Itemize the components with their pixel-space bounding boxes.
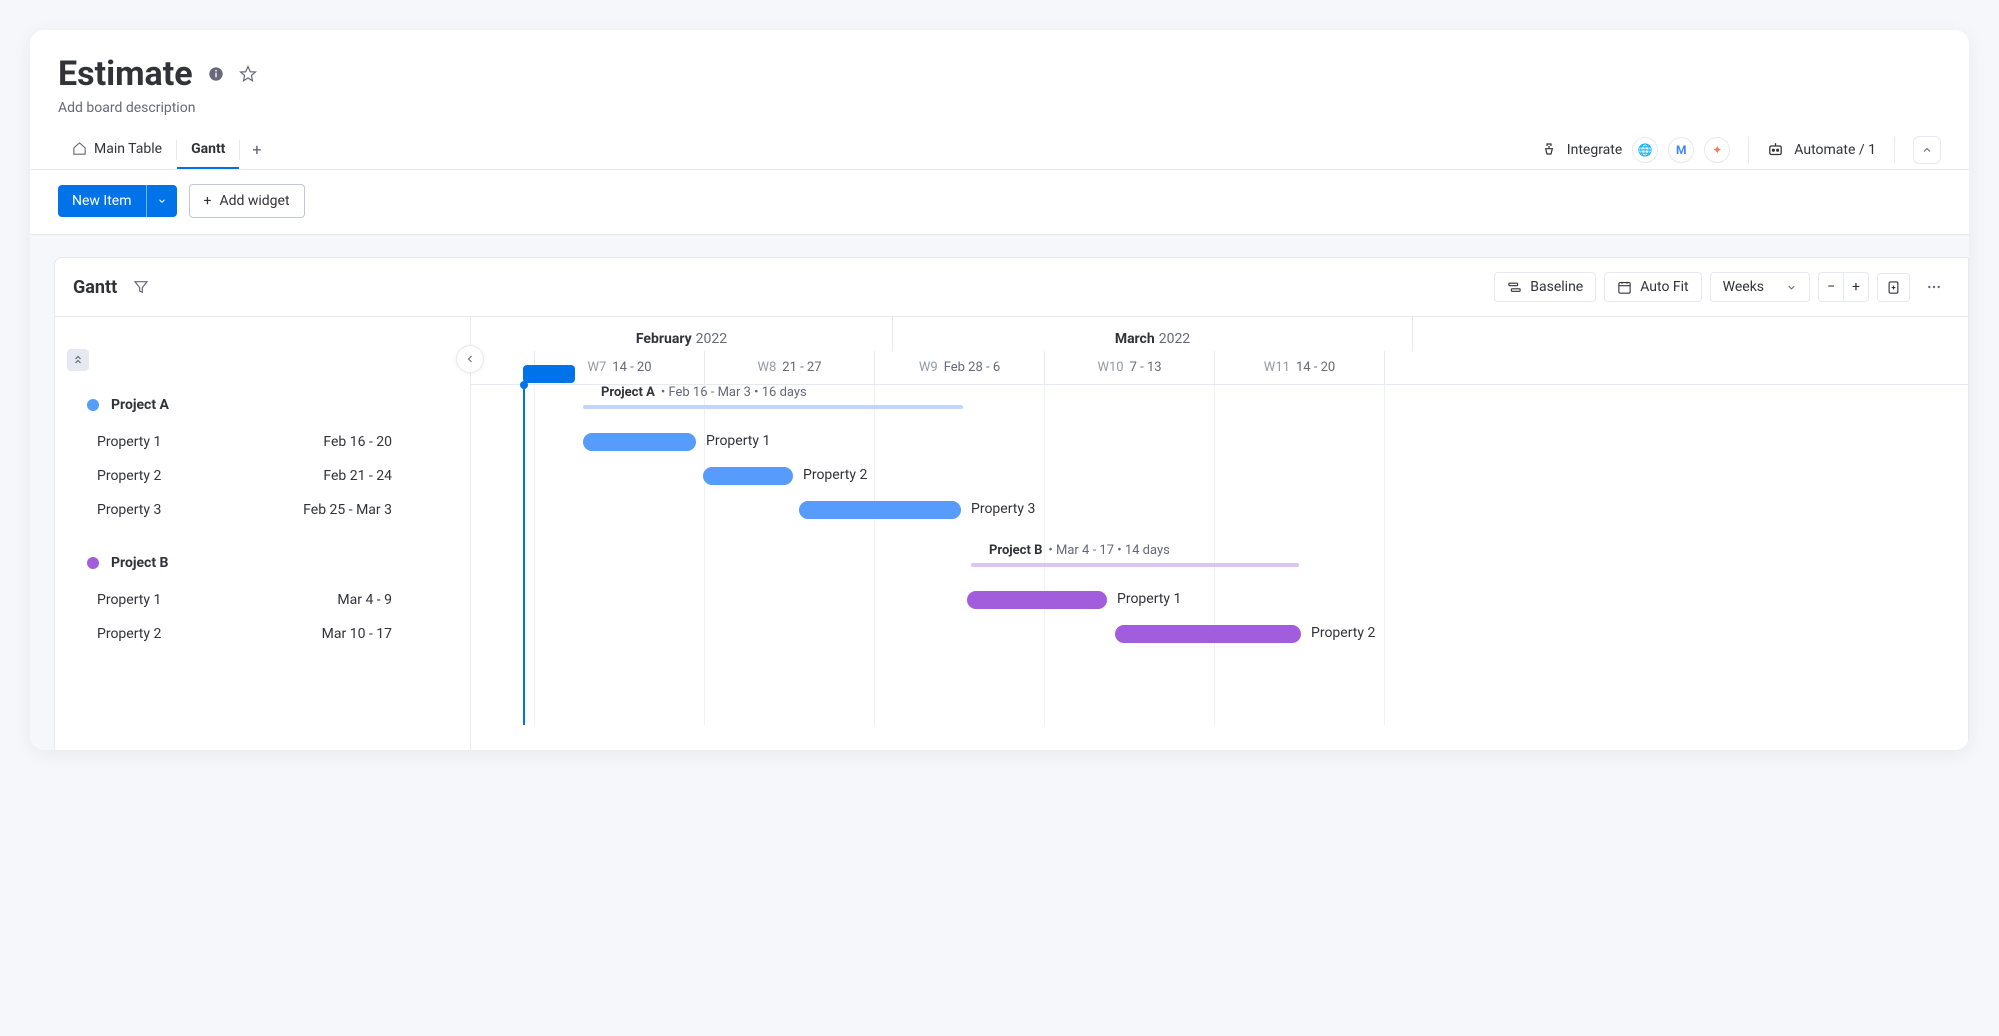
automate-button[interactable]: Automate / 1 bbox=[1767, 141, 1876, 158]
gantt-toolbar: Gantt Baseline Auto Fit Weeks bbox=[55, 258, 1968, 317]
task-row[interactable]: Property 3 Feb 25 - Mar 3 bbox=[55, 493, 470, 527]
group-header[interactable]: Project A bbox=[55, 385, 470, 425]
task-bar-label: Property 1 bbox=[1117, 591, 1181, 607]
tab-gantt[interactable]: Gantt bbox=[177, 131, 239, 169]
content-area: Gantt Baseline Auto Fit Weeks bbox=[30, 235, 1969, 750]
task-bar-label: Property 1 bbox=[706, 433, 770, 449]
group-summary-bar[interactable] bbox=[971, 563, 1299, 567]
scale-label: Weeks bbox=[1723, 279, 1764, 295]
add-widget-button[interactable]: + Add widget bbox=[189, 184, 305, 218]
autofit-button[interactable]: Auto Fit bbox=[1604, 272, 1701, 302]
group-summary-label: Project A• Feb 16 - Mar 3 • 16 days bbox=[601, 385, 807, 400]
group-name: Project A bbox=[111, 397, 169, 413]
board-title: Estimate bbox=[58, 54, 193, 94]
integration-app-icon-1: 🌐 bbox=[1632, 137, 1658, 163]
task-name: Property 3 bbox=[97, 502, 161, 518]
task-bar[interactable] bbox=[703, 467, 793, 485]
plus-icon: + bbox=[204, 193, 212, 209]
integrate-button[interactable]: Integrate 🌐 M ✦ bbox=[1541, 137, 1731, 163]
group-color-dot bbox=[87, 557, 99, 569]
group-summary-bar[interactable] bbox=[583, 405, 963, 409]
star-icon[interactable] bbox=[239, 65, 257, 83]
add-view-button[interactable]: + bbox=[240, 130, 264, 169]
group-summary-label: Project B• Mar 4 - 17 • 14 days bbox=[989, 543, 1170, 558]
gantt-widget-title: Gantt bbox=[73, 277, 117, 298]
divider bbox=[1894, 137, 1895, 163]
collapse-header-button[interactable] bbox=[1913, 136, 1941, 164]
week-header: W9Feb 28 - 6 bbox=[875, 351, 1045, 385]
tab-gantt-label: Gantt bbox=[191, 141, 225, 157]
scale-select[interactable]: Weeks bbox=[1710, 272, 1810, 302]
task-dates: Feb 25 - Mar 3 bbox=[303, 502, 392, 518]
gantt-timeline-pane[interactable]: February2022March2022 W714 - 20W821 - 27… bbox=[471, 317, 1968, 750]
autofit-label: Auto Fit bbox=[1640, 279, 1688, 295]
tab-main-table[interactable]: Main Table bbox=[58, 131, 176, 169]
header: Estimate Add board description bbox=[30, 30, 1969, 116]
task-name: Property 2 bbox=[97, 626, 161, 642]
month-header: March2022 bbox=[893, 317, 1413, 351]
chevron-down-icon bbox=[1786, 282, 1797, 293]
task-name: Property 1 bbox=[97, 434, 161, 450]
task-row[interactable]: Property 1 Mar 4 - 9 bbox=[55, 583, 470, 617]
task-dates: Mar 10 - 17 bbox=[322, 626, 392, 642]
week-header: W821 - 27 bbox=[705, 351, 875, 385]
gantt-body: Project A Property 1 Feb 16 - 20 Property 2… bbox=[55, 317, 1968, 750]
task-bar[interactable] bbox=[799, 501, 961, 519]
task-bar-label: Property 2 bbox=[803, 467, 867, 483]
gantt-card: Gantt Baseline Auto Fit Weeks bbox=[54, 257, 1969, 750]
week-header: W1114 - 20 bbox=[1215, 351, 1385, 385]
group-header[interactable]: Project B bbox=[55, 543, 470, 583]
task-name: Property 2 bbox=[97, 468, 161, 484]
zoom-out-button[interactable]: − bbox=[1818, 272, 1843, 302]
new-item-button[interactable]: New Item bbox=[58, 185, 177, 217]
zoom-in-button[interactable]: + bbox=[1843, 272, 1869, 302]
scroll-left-button[interactable] bbox=[456, 345, 484, 373]
collapse-all-button[interactable] bbox=[67, 349, 89, 371]
timeline-header: February2022March2022 W714 - 20W821 - 27… bbox=[471, 317, 1968, 385]
task-dates: Feb 16 - 20 bbox=[323, 434, 392, 450]
task-bar-label: Property 2 bbox=[1311, 625, 1375, 641]
task-row[interactable]: Property 2 Feb 21 - 24 bbox=[55, 459, 470, 493]
divider bbox=[1748, 137, 1749, 163]
task-row[interactable]: Property 1 Feb 16 - 20 bbox=[55, 425, 470, 459]
task-bar[interactable] bbox=[967, 591, 1107, 609]
automate-label: Automate / 1 bbox=[1794, 142, 1876, 158]
new-item-label: New Item bbox=[58, 185, 146, 217]
action-bar: New Item + Add widget bbox=[30, 170, 1969, 235]
task-dates: Mar 4 - 9 bbox=[337, 592, 392, 608]
tab-main-table-label: Main Table bbox=[94, 141, 162, 157]
group-name: Project B bbox=[111, 555, 169, 571]
app-sheet: Estimate Add board description Main Tabl… bbox=[30, 30, 1969, 750]
integrate-label: Integrate bbox=[1567, 142, 1623, 158]
month-header: February2022 bbox=[471, 317, 893, 351]
task-bar[interactable] bbox=[1115, 625, 1301, 643]
group-color-dot bbox=[87, 399, 99, 411]
board-description[interactable]: Add board description bbox=[58, 100, 1941, 116]
new-item-dropdown[interactable] bbox=[146, 185, 177, 217]
task-dates: Feb 21 - 24 bbox=[323, 468, 392, 484]
info-icon[interactable] bbox=[207, 65, 225, 83]
gantt-left-pane: Project A Property 1 Feb 16 - 20 Property 2… bbox=[55, 317, 471, 750]
add-widget-label: Add widget bbox=[219, 193, 289, 209]
more-menu-button[interactable] bbox=[1918, 273, 1950, 301]
filter-icon[interactable] bbox=[133, 279, 149, 295]
task-row[interactable]: Property 2 Mar 10 - 17 bbox=[55, 617, 470, 651]
task-bar-label: Property 3 bbox=[971, 501, 1035, 517]
today-marker bbox=[523, 385, 525, 725]
view-tabs-row: Main Table Gantt + Integrate 🌐 M ✦ bbox=[30, 130, 1969, 170]
integration-app-icon-gmail: M bbox=[1668, 137, 1694, 163]
week-header: W107 - 13 bbox=[1045, 351, 1215, 385]
task-bar[interactable] bbox=[583, 433, 696, 451]
task-name: Property 1 bbox=[97, 592, 161, 608]
integration-app-icon-3: ✦ bbox=[1704, 137, 1730, 163]
export-button[interactable] bbox=[1877, 273, 1910, 302]
baseline-button[interactable]: Baseline bbox=[1494, 272, 1596, 302]
baseline-label: Baseline bbox=[1530, 279, 1583, 295]
